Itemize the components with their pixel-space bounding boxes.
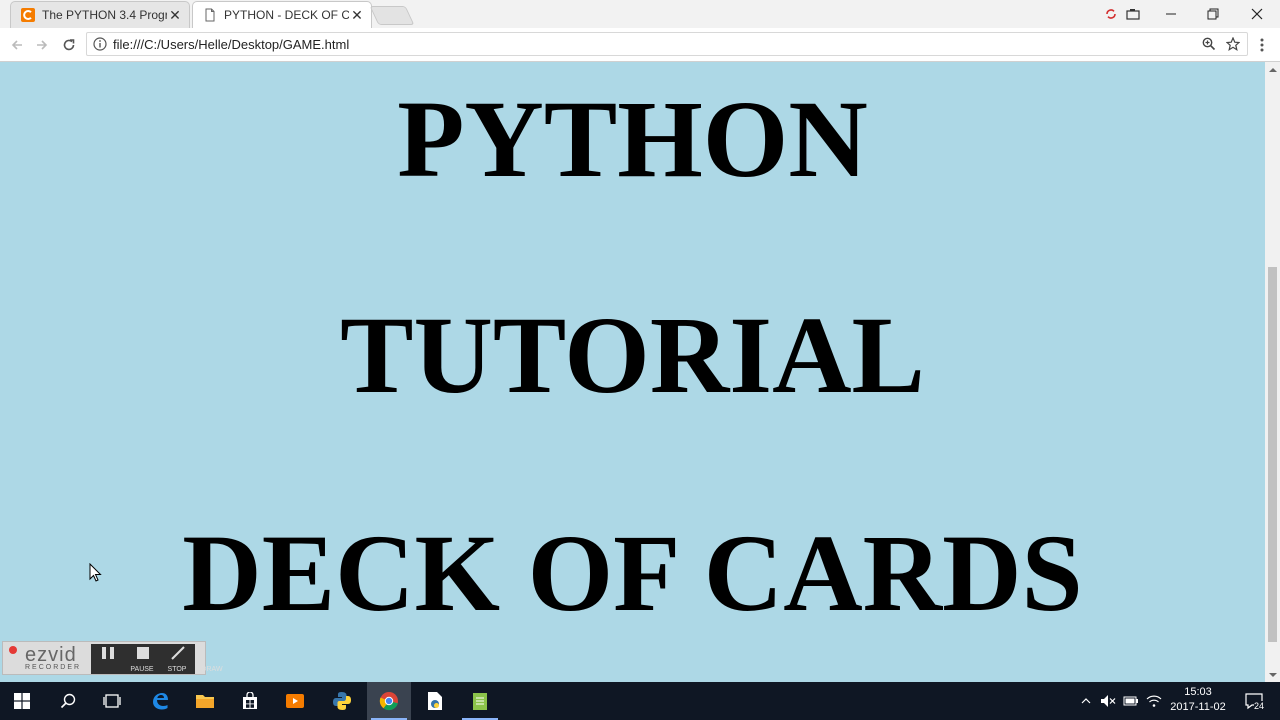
store-bag-icon — [243, 692, 257, 709]
browser-toolbar: file:///C:/Users/Helle/Desktop/GAME.html — [0, 28, 1280, 62]
stop-icon — [137, 647, 149, 659]
pen-icon — [171, 646, 185, 660]
vertical-scrollbar[interactable] — [1265, 62, 1280, 682]
bookmark-button[interactable] — [1223, 34, 1243, 54]
arrow-left-icon — [11, 40, 22, 50]
edge-browser-taskbar-item[interactable] — [138, 682, 182, 720]
python-app-taskbar-item[interactable] — [320, 682, 364, 720]
volume-muted-icon — [1101, 695, 1116, 707]
url-text[interactable]: file:///C:/Users/Helle/Desktop/GAME.html — [113, 37, 1199, 52]
menu-button[interactable] — [1254, 34, 1270, 56]
chrome-taskbar-item[interactable] — [367, 682, 411, 720]
tab-python-34[interactable]: The PYTHON 3.4 Progra ✕ — [10, 1, 190, 28]
action-center-button[interactable]: 24 — [1234, 682, 1274, 720]
notepad-taskbar-item[interactable] — [458, 682, 502, 720]
document-icon — [205, 8, 215, 22]
minimize-icon — [1166, 13, 1176, 15]
media-app-taskbar-item[interactable] — [273, 682, 317, 720]
file-explorer-taskbar-item[interactable] — [183, 682, 227, 720]
cast-icon[interactable] — [1098, 0, 1124, 28]
restore-button[interactable] — [1192, 0, 1234, 28]
task-view-button[interactable] — [90, 682, 134, 720]
zoom-button[interactable] — [1199, 34, 1219, 54]
wifi-icon — [1146, 695, 1162, 707]
task-view-icon — [103, 694, 121, 708]
battery-button[interactable] — [1120, 682, 1142, 720]
page-viewport: PYTHON TUTORIAL DECK OF CARDS — [0, 62, 1265, 682]
windows-logo-icon — [14, 693, 30, 709]
taskbar-clock[interactable]: 15:03 2017-11-02 — [1166, 685, 1230, 715]
scroll-thumb[interactable] — [1268, 267, 1277, 642]
folder-icon — [196, 695, 214, 708]
triangle-down-icon — [1268, 672, 1277, 677]
triangle-up-icon — [1268, 67, 1277, 72]
address-bar[interactable]: file:///C:/Users/Helle/Desktop/GAME.html — [86, 32, 1248, 56]
network-button[interactable] — [1143, 682, 1165, 720]
recorder-controls: PAUSE STOP DRAW — [91, 644, 223, 674]
info-icon[interactable] — [93, 37, 107, 51]
recording-indicator-icon — [9, 646, 17, 654]
tab-title: The PYTHON 3.4 Progra — [42, 8, 167, 22]
ezvid-recorder-widget: ezvid RECORDER PAUSE STOP DRAW — [2, 641, 223, 675]
zoom-icon — [1202, 37, 1216, 51]
close-icon[interactable]: ✕ — [167, 7, 183, 24]
store-taskbar-item[interactable] — [228, 682, 272, 720]
sync-icon — [1106, 9, 1116, 19]
close-icon — [1251, 8, 1263, 20]
volume-button[interactable] — [1097, 682, 1119, 720]
restore-icon — [1207, 8, 1219, 20]
notepad-icon — [473, 693, 487, 710]
reload-icon — [63, 39, 75, 51]
chrome-icon — [379, 692, 398, 711]
kebab-menu-icon — [1260, 38, 1264, 52]
start-button[interactable] — [0, 682, 44, 720]
media-icon — [286, 694, 304, 708]
python-icon — [333, 692, 351, 710]
extension-icon[interactable] — [1122, 0, 1144, 28]
tab-strip: The PYTHON 3.4 Progra ✕ PYTHON - DECK OF… — [0, 0, 1280, 28]
ezvid-sublabel: RECORDER — [25, 664, 82, 671]
show-hidden-icons-button[interactable] — [1076, 682, 1096, 720]
heading-python: PYTHON — [397, 78, 868, 200]
python-file-icon — [428, 692, 442, 710]
pause-button[interactable]: PAUSE — [91, 644, 154, 674]
close-window-button[interactable] — [1236, 0, 1278, 28]
heading-tutorial: TUTORIAL — [340, 294, 925, 416]
battery-icon — [1123, 696, 1138, 706]
search-icon — [60, 693, 76, 709]
camera-icon — [1126, 9, 1140, 20]
clock-date: 2017-11-02 — [1170, 701, 1226, 713]
python-editor-taskbar-item[interactable] — [413, 682, 457, 720]
clock-time: 15:03 — [1184, 686, 1212, 698]
close-icon[interactable]: ✕ — [349, 7, 365, 24]
minimize-button[interactable] — [1150, 0, 1192, 28]
c-logo-icon — [21, 8, 35, 22]
scroll-up-button[interactable] — [1265, 62, 1280, 77]
search-button[interactable] — [46, 682, 90, 720]
windows-taskbar: 15:03 2017-11-02 24 — [0, 682, 1280, 720]
stop-button[interactable]: STOP — [126, 644, 186, 674]
pause-icon — [102, 647, 114, 659]
reload-button[interactable] — [58, 34, 80, 56]
back-button[interactable] — [6, 34, 28, 56]
scroll-down-button[interactable] — [1265, 667, 1280, 682]
tab-deck-of-cards[interactable]: PYTHON - DECK OF CAR ✕ — [192, 1, 372, 28]
tab-title: PYTHON - DECK OF CAR — [224, 8, 349, 22]
heading-deck-of-cards: DECK OF CARDS — [182, 512, 1083, 634]
notification-count: 24 — [1254, 701, 1265, 711]
new-tab-button[interactable] — [369, 6, 415, 25]
draw-label: DRAW — [201, 666, 223, 673]
arrow-right-icon — [37, 40, 48, 50]
forward-button[interactable] — [31, 34, 53, 56]
edge-icon — [153, 693, 168, 710]
draw-button[interactable]: DRAW — [161, 644, 223, 674]
star-icon — [1226, 37, 1240, 51]
mouse-cursor-icon — [89, 563, 102, 582]
chevron-up-icon — [1081, 698, 1091, 704]
